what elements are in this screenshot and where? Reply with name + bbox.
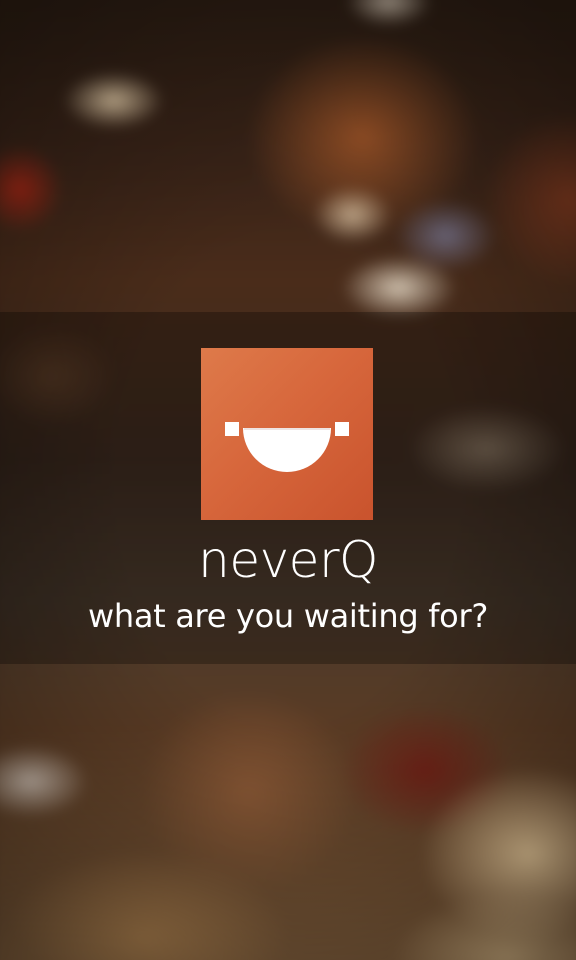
splash-screen: neverQ what are you waiting for? (0, 0, 576, 960)
tagline: what are you waiting for? (87, 597, 489, 635)
app-logo (201, 348, 373, 520)
app-name: neverQ (198, 531, 378, 589)
serving-bowl-icon (225, 422, 349, 472)
